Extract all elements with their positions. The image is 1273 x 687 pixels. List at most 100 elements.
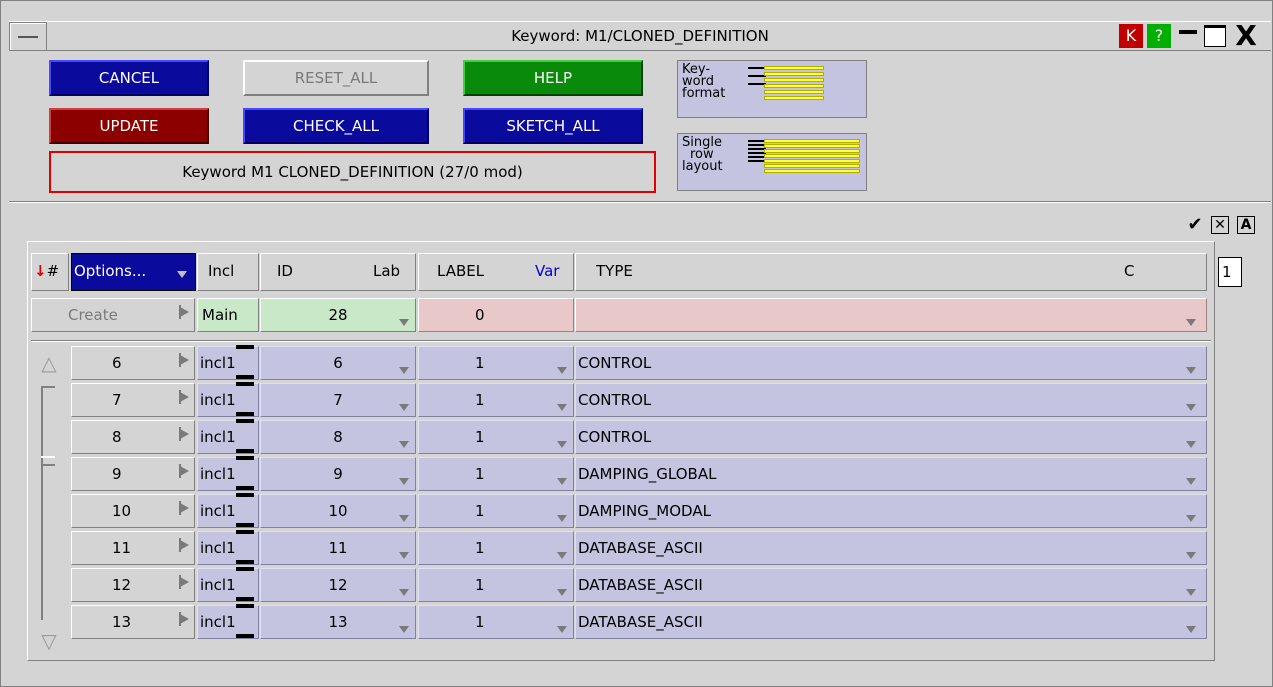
text-icon[interactable]: A: [1237, 216, 1255, 234]
header-sort[interactable]: ↓#: [31, 253, 69, 291]
update-button[interactable]: UPDATE: [49, 108, 209, 144]
single-row-layout-toggle[interactable]: Single row layout: [677, 133, 867, 191]
row-type[interactable]: DATABASE_ASCII: [575, 568, 1207, 602]
row-number-button[interactable]: 12: [71, 568, 195, 602]
row-label[interactable]: 1: [418, 568, 574, 602]
row-label-value: 1: [475, 613, 485, 631]
table-scrollbar[interactable]: △ ▽: [31, 346, 67, 658]
check-all-button[interactable]: CHECK_ALL: [243, 108, 429, 144]
row-type-value: DATABASE_ASCII: [578, 539, 703, 557]
row-type[interactable]: CONTROL: [575, 346, 1207, 380]
dropdown-icon: [557, 589, 567, 596]
dropdown-icon: [399, 589, 409, 596]
create-id[interactable]: 28: [260, 298, 416, 332]
reset-all-button[interactable]: RESET_ALL: [243, 60, 429, 96]
column-count-input[interactable]: 1: [1218, 257, 1242, 287]
title-bar[interactable]: Keyword: M1/CLONED_DEFINITION K ? X: [9, 21, 1271, 51]
header-id[interactable]: ID Lab: [260, 253, 416, 291]
row-incl[interactable]: incl1: [197, 456, 259, 491]
row-incl[interactable]: incl1: [197, 382, 259, 417]
dropdown-icon: [557, 552, 567, 559]
dropdown-icon: [399, 626, 409, 633]
row-incl[interactable]: incl1: [197, 419, 259, 454]
row-incl-value: incl1: [200, 502, 236, 520]
row-incl-value: incl1: [200, 576, 236, 594]
row-label[interactable]: 1: [418, 420, 574, 454]
row-number-button[interactable]: 6: [71, 346, 195, 380]
dropdown-icon: [557, 441, 567, 448]
header-lab-label: Lab: [373, 262, 401, 280]
cancel-button[interactable]: CANCEL: [49, 60, 209, 96]
row-type[interactable]: DATABASE_ASCII: [575, 531, 1207, 565]
help-button[interactable]: HELP: [463, 60, 643, 96]
dropdown-icon: [1186, 626, 1196, 633]
cross-icon[interactable]: ✕: [1211, 216, 1229, 234]
create-type-field[interactable]: [575, 298, 1207, 332]
row-incl[interactable]: incl1: [197, 567, 259, 602]
row-label[interactable]: 1: [418, 346, 574, 380]
checkmark-icon[interactable]: ✔: [1184, 214, 1206, 236]
include-marker-icon: [236, 530, 254, 566]
row-type[interactable]: DAMPING_GLOBAL: [575, 457, 1207, 491]
row-number-button[interactable]: 8: [71, 420, 195, 454]
row-id[interactable]: 8: [260, 420, 416, 454]
row-number-button[interactable]: 7: [71, 383, 195, 417]
scroll-down-icon[interactable]: ▽: [31, 624, 67, 658]
row-number-button[interactable]: 10: [71, 494, 195, 528]
row-id-value: 9: [333, 465, 343, 483]
row-type[interactable]: CONTROL: [575, 420, 1207, 454]
keyword-status: Keyword M1 CLONED_DEFINITION (27/0 mod): [49, 151, 656, 193]
row-type[interactable]: DATABASE_ASCII: [575, 605, 1207, 639]
row-label[interactable]: 1: [418, 605, 574, 639]
row-label[interactable]: 1: [418, 383, 574, 417]
layout-label-line3: layout: [682, 159, 723, 174]
row-id-value: 10: [328, 502, 348, 520]
row-id[interactable]: 6: [260, 346, 416, 380]
sketch-all-button[interactable]: SKETCH_ALL: [463, 108, 643, 144]
dropdown-icon: [399, 319, 409, 326]
dropdown-icon: [1186, 589, 1196, 596]
row-number-button[interactable]: 11: [71, 531, 195, 565]
row-id[interactable]: 11: [260, 531, 416, 565]
create-divider: [31, 340, 1211, 342]
options-dropdown[interactable]: Options...: [71, 253, 196, 291]
row-id[interactable]: 9: [260, 457, 416, 491]
keyword-format-toggle[interactable]: Key- word format: [677, 60, 867, 118]
row-id[interactable]: 7: [260, 383, 416, 417]
keyword-icon[interactable]: K: [1119, 24, 1143, 48]
dropdown-icon: [1186, 404, 1196, 411]
row-incl[interactable]: incl1: [197, 345, 259, 381]
row-id[interactable]: 12: [260, 568, 416, 602]
minimize-icon[interactable]: [1177, 26, 1199, 48]
flag-icon: [179, 501, 189, 515]
row-number: 11: [112, 539, 132, 557]
row-label[interactable]: 1: [418, 531, 574, 565]
row-type[interactable]: CONTROL: [575, 383, 1207, 417]
row-id[interactable]: 13: [260, 605, 416, 639]
close-icon[interactable]: X: [1231, 22, 1261, 50]
row-number-button[interactable]: 9: [71, 457, 195, 491]
create-label-field[interactable]: 0: [418, 298, 574, 332]
scroll-up-icon[interactable]: △: [31, 346, 67, 380]
help-icon[interactable]: ?: [1147, 24, 1171, 48]
format-label-line3: format: [682, 86, 726, 101]
include-marker-icon: [236, 604, 254, 640]
row-incl[interactable]: incl1: [197, 530, 259, 566]
dropdown-icon: [557, 478, 567, 485]
row-id[interactable]: 10: [260, 494, 416, 528]
row-label[interactable]: 1: [418, 494, 574, 528]
row-incl[interactable]: incl1: [197, 604, 259, 640]
maximize-icon[interactable]: [1204, 25, 1226, 47]
row-number-button[interactable]: 13: [71, 605, 195, 639]
header-incl[interactable]: Incl: [197, 253, 259, 291]
row-label[interactable]: 1: [418, 457, 574, 491]
header-type[interactable]: TYPE C: [575, 253, 1207, 291]
row-incl[interactable]: incl1: [197, 493, 259, 528]
row-type[interactable]: DAMPING_MODAL: [575, 494, 1207, 528]
scroll-thumb-bottom: [41, 456, 55, 458]
include-marker-icon: [236, 345, 254, 381]
row-type-value: DAMPING_GLOBAL: [578, 465, 717, 483]
header-label[interactable]: LABEL Var: [418, 253, 574, 291]
create-button[interactable]: Create: [31, 298, 195, 332]
create-incl[interactable]: Main: [197, 298, 259, 332]
